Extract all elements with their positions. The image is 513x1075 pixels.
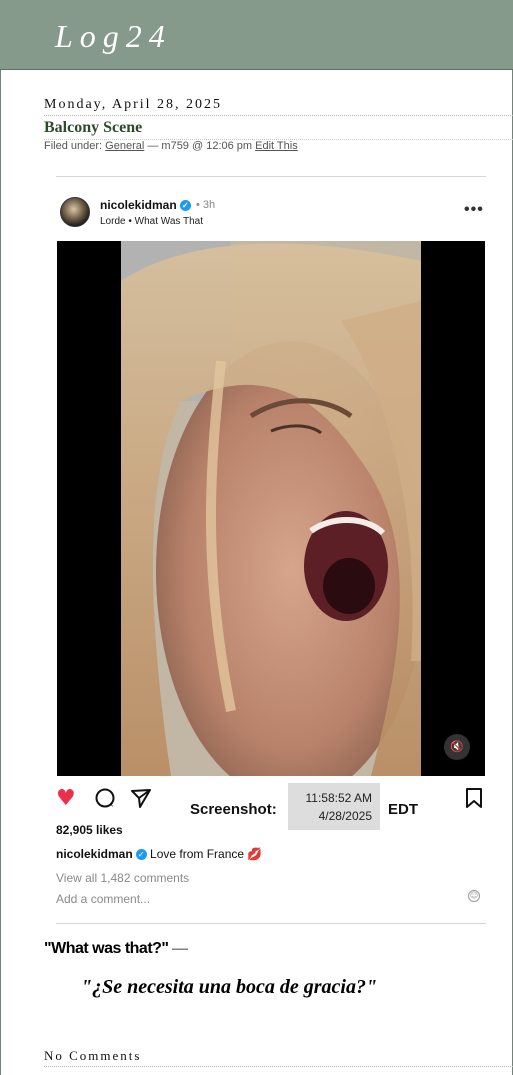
quote-english-text: "What was that?" <box>44 940 169 957</box>
quote-english: "What was that?" — <box>44 940 188 958</box>
audio-track[interactable]: Lorde • What Was That <box>100 216 203 227</box>
category-link[interactable]: General <box>105 140 144 152</box>
post-meta: Filed under: General — m759 @ 12:06 pm E… <box>44 140 298 152</box>
video-still <box>121 241 421 776</box>
edit-link[interactable]: Edit This <box>255 140 298 152</box>
post-time-ago: • 3h <box>196 199 216 211</box>
more-options-icon[interactable]: ••• <box>464 201 484 219</box>
quote-spanish: "¿Se necesita una boca de gracia?" <box>81 976 378 998</box>
caption-text: Love from France <box>146 847 248 861</box>
instagram-username[interactable]: nicolekidman ✓ <box>100 198 191 212</box>
action-bar: ♥ Screenshot: 11:58:52 AM 4/28/2025 EDT <box>56 783 486 830</box>
emoji-picker-icon[interactable]: ☺ <box>468 890 480 902</box>
meta-prefix: Filed under: <box>44 140 106 152</box>
meta-author: — m759 @ 12:06 pm <box>144 140 256 152</box>
lips-emoji-icon: 💋 <box>247 847 263 861</box>
add-comment-input[interactable]: Add a comment... <box>56 892 150 906</box>
screenshot-time: 11:58:52 AM <box>305 791 373 805</box>
comment-icon[interactable] <box>94 787 116 815</box>
screenshot-date: 4/28/2025 <box>318 809 372 823</box>
view-comments-link[interactable]: View all 1,482 comments <box>56 871 189 885</box>
caption-username[interactable]: nicolekidman <box>56 847 133 861</box>
video-frame[interactable]: 🔇 <box>57 241 485 776</box>
post-date: Monday, April 28, 2025 <box>44 97 513 116</box>
username-text[interactable]: nicolekidman <box>100 198 177 212</box>
face-illustration <box>121 241 421 776</box>
bookmark-icon[interactable] <box>464 787 484 815</box>
screenshot-timezone: EDT <box>388 801 418 818</box>
screenshot-timestamp: 11:58:52 AM 4/28/2025 <box>288 783 380 830</box>
site-header: Log24 <box>0 0 513 70</box>
screenshot-label: Screenshot: <box>190 801 277 818</box>
verified-badge-icon: ✓ <box>135 849 147 861</box>
caption: nicolekidman ✓ Love from France 💋 <box>56 847 262 861</box>
post-title[interactable]: Balcony Scene <box>44 119 513 140</box>
instagram-embed: nicolekidman ✓ • 3h Lorde • What Was That… <box>56 176 486 924</box>
heart-icon[interactable]: ♥ <box>56 787 76 811</box>
share-icon[interactable] <box>130 787 152 815</box>
likes-count[interactable]: 82,905 likes <box>56 823 123 837</box>
avatar[interactable] <box>60 197 90 227</box>
verified-badge-icon: ✓ <box>179 200 191 212</box>
comments-link[interactable]: No Comments <box>44 1048 513 1067</box>
quote-dash: — <box>168 940 188 957</box>
site-title[interactable]: Log24 <box>55 18 172 55</box>
mute-icon[interactable]: 🔇 <box>444 734 470 760</box>
